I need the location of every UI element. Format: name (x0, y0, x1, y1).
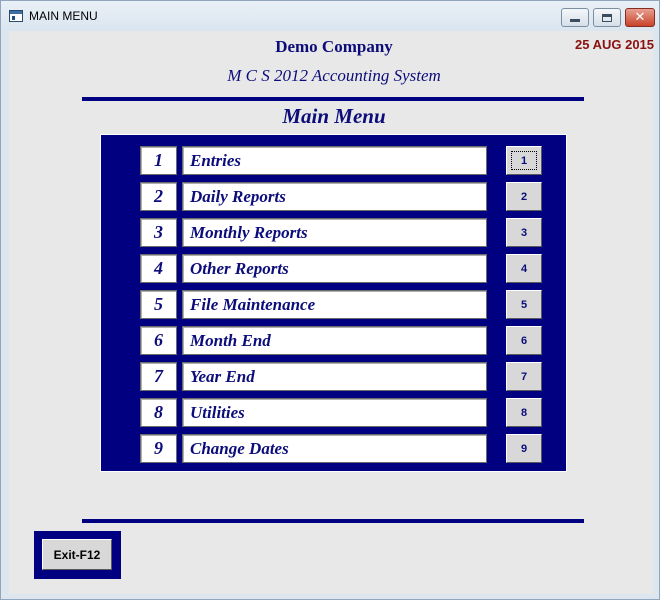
menu-item-button-2[interactable]: 2 (506, 182, 542, 211)
menu-item-button-9[interactable]: 9 (506, 434, 542, 463)
company-name: Demo Company (275, 37, 393, 56)
exit-button[interactable]: Exit-F12 (42, 539, 112, 570)
menu-item-label[interactable]: Daily Reports (182, 182, 487, 211)
menu-item-button-6[interactable]: 6 (506, 326, 542, 355)
app-window-icon[interactable] (9, 10, 23, 22)
close-icon: ✕ (634, 10, 646, 25)
divider-bottom (82, 519, 584, 523)
menu-item-number: 6 (140, 326, 177, 355)
menu-item-button-1[interactable]: 1 (506, 146, 542, 175)
main-menu-window: MAIN MENU ✕ Demo Company M C S 2012 Acco… (0, 0, 660, 600)
menu-item-button-3[interactable]: 3 (506, 218, 542, 247)
menu-item-label[interactable]: File Maintenance (182, 290, 487, 319)
menu-item-number: 4 (140, 254, 177, 283)
title-bar[interactable]: MAIN MENU ✕ (1, 1, 659, 31)
menu-item-label[interactable]: Month End (182, 326, 487, 355)
menu-item-label[interactable]: Change Dates (182, 434, 487, 463)
minimize-icon (570, 19, 580, 22)
menu-item-number: 7 (140, 362, 177, 391)
menu-item-number: 9 (140, 434, 177, 463)
menu-item-number: 3 (140, 218, 177, 247)
client-area: Demo Company M C S 2012 Accounting Syste… (9, 31, 655, 594)
menu-item-label[interactable]: Year End (182, 362, 487, 391)
menu-item-button-4[interactable]: 4 (506, 254, 542, 283)
menu-heading: Main Menu (282, 104, 386, 128)
maximize-icon (602, 13, 612, 22)
menu-item-label[interactable]: Utilities (182, 398, 487, 427)
window-title: MAIN MENU (29, 9, 98, 23)
system-name: M C S 2012 Accounting System (227, 66, 441, 85)
menu-item-label[interactable]: Other Reports (182, 254, 487, 283)
menu-item-button-5[interactable]: 5 (506, 290, 542, 319)
menu-item-number: 5 (140, 290, 177, 319)
exit-frame: Exit-F12 (34, 531, 121, 579)
menu-item-number: 1 (140, 146, 177, 175)
menu-item-number: 2 (140, 182, 177, 211)
menu-item-number: 8 (140, 398, 177, 427)
menu-item-button-7[interactable]: 7 (506, 362, 542, 391)
menu-item-button-8[interactable]: 8 (506, 398, 542, 427)
menu-panel: 1 Entries 1 2 Daily Reports 2 3 Monthly Reports… (100, 134, 567, 472)
close-button[interactable]: ✕ (625, 8, 655, 27)
current-date: 25 AUG 2015 (575, 37, 655, 52)
menu-item-label[interactable]: Monthly Reports (182, 218, 487, 247)
menu-item-label[interactable]: Entries (182, 146, 487, 175)
maximize-button[interactable] (593, 8, 621, 27)
divider-top (82, 97, 584, 101)
minimize-button[interactable] (561, 8, 589, 27)
